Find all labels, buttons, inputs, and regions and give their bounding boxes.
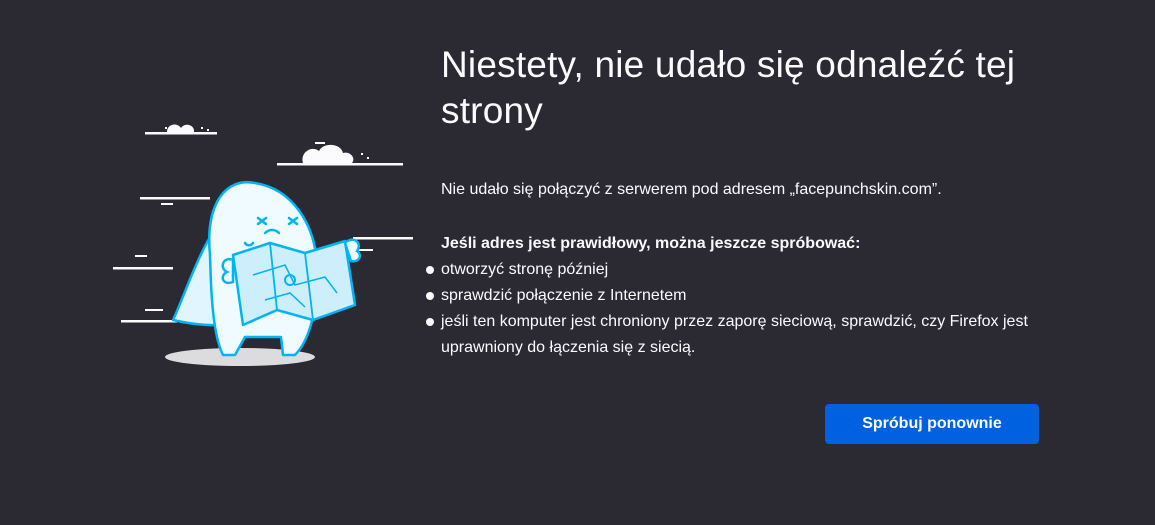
retry-button[interactable]: Spróbuj ponownie [825,404,1039,444]
list-item: sprawdzić połączenie z Internetem [426,283,1041,309]
error-content: Niestety, nie udało się odnaleźć tej str… [426,42,1061,361]
list-item: otworzyć stronę później [426,257,1041,283]
list-item: jeśli ten komputer jest chroniony przez … [426,309,1036,361]
suggestions: Jeśli adres jest prawidłowy, można jeszc… [426,231,1061,361]
cloud-icon [145,124,217,135]
cloud-icon [277,142,403,166]
suggestions-list: otworzyć stronę później sprawdzić połącz… [426,257,1061,361]
page-title: Niestety, nie udało się odnaleźć tej str… [441,44,1016,131]
lost-character-with-map-illustration-icon [113,124,413,366]
error-page: Niestety, nie udało się odnaleźć tej str… [0,0,1155,525]
map-icon [231,239,357,327]
suggestions-heading: Jeśli adres jest prawidłowy, można jeszc… [441,235,861,252]
error-description: Nie udało się połączyć z serwerem pod ad… [441,181,942,198]
